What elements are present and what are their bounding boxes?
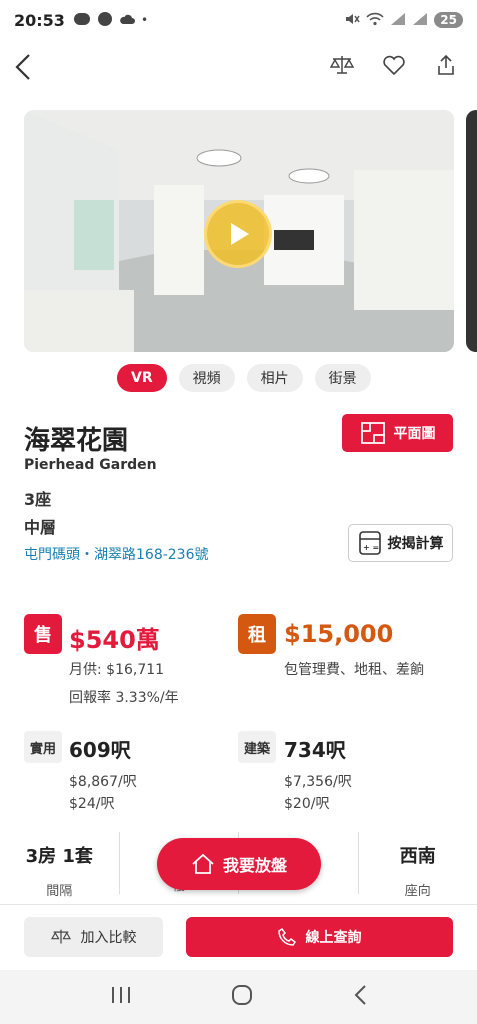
top-nav-bar: [0, 44, 477, 90]
back-chevron-icon: [354, 985, 366, 1005]
saleable-area-value: 609呎: [69, 738, 131, 762]
saleable-area-badge: 實用: [24, 731, 63, 763]
svg-text:+ =: + =: [363, 543, 379, 552]
phone-icon: [277, 928, 296, 946]
wifi-icon: [366, 12, 384, 29]
heart-icon: [383, 55, 405, 76]
scale-icon: [330, 56, 354, 74]
spec-orientation-label: 座向: [404, 884, 431, 899]
sale-price: $540萬: [69, 626, 160, 654]
share-icon: [438, 54, 454, 75]
floorplan-icon: [360, 422, 385, 444]
battery-indicator: 25: [434, 12, 463, 28]
home-button[interactable]: [231, 984, 253, 1010]
estate-name-en: Pierhead Garden: [24, 457, 157, 473]
notification-icons: •: [73, 11, 148, 30]
gross-rent-per-ft: $20/呎: [284, 796, 330, 812]
chevron-left-icon: [15, 54, 30, 80]
play-icon: [231, 223, 249, 245]
tab-photos[interactable]: 相片: [246, 364, 303, 392]
address-link[interactable]: 屯門碼頭・湖翠路168-236號: [24, 544, 209, 564]
mortgage-calculator-button[interactable]: + = 按揭計算: [348, 524, 453, 562]
calculator-icon: + =: [358, 531, 381, 555]
house-icon: [192, 853, 214, 874]
scale-icon: [50, 929, 71, 944]
spec-orientation-value: 西南: [399, 846, 436, 867]
system-nav-bar: [0, 970, 477, 1024]
tab-street-view[interactable]: 街景: [314, 364, 371, 392]
next-media-preview[interactable]: [466, 110, 477, 352]
line-app-icon: [73, 12, 91, 29]
status-bar: 20:53 • 25: [0, 0, 477, 40]
floorplan-label: 平面圖: [393, 426, 436, 442]
system-back-button[interactable]: [352, 984, 368, 1010]
compare-scale-button[interactable]: [329, 52, 355, 78]
mortgage-label: 按揭計算: [387, 536, 444, 552]
bottom-action-bar: 加入比較 線上查詢: [0, 904, 477, 970]
share-button[interactable]: [433, 52, 459, 78]
home-icon: [231, 985, 252, 1005]
signal-icon-2: [412, 12, 428, 29]
monthly-payment: 月供: $16,711: [69, 662, 165, 678]
block: 3座: [24, 490, 52, 509]
list-property-button[interactable]: 我要放盤: [157, 838, 321, 890]
spec-layout-value: 3房 1套: [25, 846, 93, 867]
back-button[interactable]: [8, 50, 38, 84]
spec-orientation: 西南 座向: [359, 832, 477, 899]
rent-inclusive-note: 包管理費、地租、差餉: [284, 662, 424, 678]
cloud-icon: [119, 13, 135, 28]
saleable-price-per-ft: $8,867/呎: [69, 774, 137, 790]
add-compare-label: 加入比較: [80, 930, 137, 946]
rent-price: $15,000: [284, 620, 394, 648]
online-enquiry-button[interactable]: 線上查詢: [186, 917, 453, 957]
estate-name-zh: 海翠花園: [24, 426, 129, 456]
gross-area-value: 734呎: [284, 738, 346, 762]
tab-video[interactable]: 視頻: [178, 364, 235, 392]
online-enquiry-label: 線上查詢: [305, 930, 362, 946]
recent-apps-icon: [111, 987, 130, 1003]
list-property-label: 我要放盤: [222, 856, 287, 875]
spec-layout: 3房 1套 間隔: [0, 832, 120, 899]
app-notification-icon: [97, 11, 113, 30]
favorite-button[interactable]: [381, 52, 407, 78]
sale-badge: 售: [24, 614, 62, 654]
floor-level: 中層: [24, 518, 57, 537]
rent-badge: 租: [238, 614, 276, 654]
dot-icon: •: [140, 13, 149, 27]
floorplan-button[interactable]: 平面圖: [342, 414, 453, 452]
play-vr-button[interactable]: [204, 200, 272, 268]
media-tabs: VR 視頻 相片 街景: [117, 364, 371, 392]
vr-preview[interactable]: [24, 110, 454, 352]
tab-vr[interactable]: VR: [117, 364, 167, 392]
gross-area-badge: 建築: [238, 731, 277, 763]
status-time: 20:53: [14, 10, 65, 30]
recent-apps-button[interactable]: [110, 985, 132, 1009]
status-right: 25: [344, 11, 463, 30]
signal-icon: [390, 12, 406, 29]
mute-icon: [344, 11, 360, 30]
rental-yield: 回報率 3.33%/年: [69, 690, 179, 706]
gross-price-per-ft: $7,356/呎: [284, 774, 352, 790]
spec-layout-label: 間隔: [46, 884, 73, 899]
nav-actions: [329, 52, 459, 78]
saleable-rent-per-ft: $24/呎: [69, 796, 115, 812]
add-compare-button[interactable]: 加入比較: [24, 917, 163, 957]
